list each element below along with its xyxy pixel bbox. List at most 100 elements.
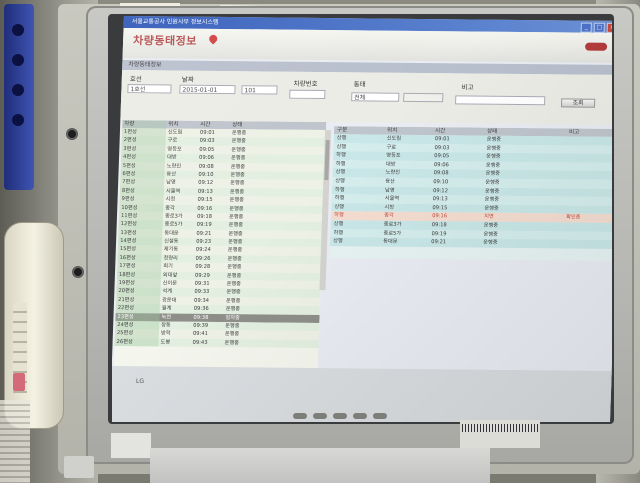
table-cell: 운행중 [224, 339, 240, 347]
app-window: 서울교통공사 민원사무 정보시스템 _ □ × 차량동태정보 차량동태정보 호선… [112, 16, 612, 422]
table-row[interactable]: 상행 동대문 09:21 운행중 [330, 237, 612, 249]
table-cell: 남영 [166, 179, 176, 186]
keyboard[interactable] [150, 448, 490, 483]
table-cell: 종각 [165, 204, 175, 212]
table-cell: 용산 [166, 171, 177, 178]
remark-input[interactable] [455, 95, 546, 106]
blue-control-unit [4, 4, 34, 190]
table-cell: 회기 [163, 263, 173, 270]
monitor-button[interactable] [313, 413, 327, 419]
table-cell: 서울역 [165, 188, 181, 195]
table-cell: 09:41 [192, 331, 208, 338]
barcode-icon [462, 424, 538, 432]
table-cell: 신설동 [164, 238, 179, 245]
table-cell: 청량리 [163, 255, 178, 262]
wall-box [64, 456, 94, 478]
table-cell: 방학 [160, 330, 171, 337]
table-cell: 09:36 [193, 306, 209, 313]
table-cell: 09:28 [195, 264, 211, 271]
filter-panel: 호선 날짜 1호선 2015-01-01 101 차량번호 동태 전체 비고 조… [120, 70, 612, 125]
table-cell: 구로 [167, 137, 178, 144]
train-logo-icon [584, 42, 608, 51]
knob-icon [12, 114, 24, 126]
line-label: 호선 [129, 75, 142, 84]
table-cell: 녹천 [161, 314, 172, 321]
screw-icon [66, 128, 78, 140]
table-cell: 09:24 [195, 247, 211, 254]
table-cell: 종로5가 [164, 221, 183, 228]
photo-scene: 서울교통공사 민원사무 정보시스템 _ □ × 차량동태정보 차량동태정보 호선… [0, 0, 640, 483]
table-cell: 동대문 [164, 230, 179, 237]
monitor-screen: 서울교통공사 민원사무 정보시스템 _ □ × 차량동태정보 차량동태정보 호선… [112, 16, 612, 422]
table-cell: 09:29 [194, 272, 211, 279]
knob-icon [12, 54, 24, 66]
status-label: 동태 [353, 80, 366, 89]
table-cell: 09:16 [197, 205, 213, 212]
table-cell: 종로3가 [164, 213, 183, 220]
window-controls: _ □ × [580, 22, 612, 33]
table-cell: 09:13 [197, 188, 213, 195]
table-cell: 시청 [165, 196, 176, 203]
table-cell: 09:21 [431, 239, 447, 246]
monitor-brand: LG [136, 378, 144, 385]
table-cell: 09:31 [194, 280, 210, 287]
table-cell: 노량진 [166, 163, 182, 170]
table-cell: 09:10 [198, 171, 214, 178]
knob-icon [12, 84, 24, 96]
table-cell: 신이문 [162, 280, 178, 287]
train-number-input[interactable]: 101 [241, 85, 278, 95]
table-cell: 09:26 [195, 255, 211, 262]
table-cell: 26편성 [114, 337, 159, 347]
status-sub-select[interactable] [403, 92, 444, 103]
date-input[interactable]: 2015-01-01 [179, 84, 236, 95]
monitor-buttons[interactable] [290, 404, 390, 422]
table-cell: 09:38 [193, 314, 209, 321]
right-grid-body: 상행 신도림 09:01 운행중 상행 구로 09:03 운행중 하행 영등포 09:05 운행중 하행… [330, 134, 612, 249]
search-button[interactable]: 조회 [560, 98, 596, 108]
scroll-thumb[interactable] [324, 140, 330, 181]
table-cell: 09:39 [193, 322, 209, 329]
phone-cord [0, 400, 30, 483]
table-cell: 동대문 [383, 238, 398, 245]
date-label: 날짜 [181, 75, 194, 84]
left-grid-body: 1편성 신도림 09:01 운행중 2편성 구로 09:03 운행중 3편성 영등포 09:05 운행… [114, 128, 327, 349]
table-cell: 도봉 [160, 339, 171, 346]
table-cell: 09:23 [196, 238, 212, 246]
telephone[interactable] [4, 222, 64, 429]
table-cell: 창동 [161, 322, 171, 329]
knob-icon [12, 24, 24, 36]
monitor-button[interactable] [293, 413, 307, 419]
table-cell: 09:19 [196, 222, 212, 229]
asset-label [460, 420, 540, 448]
window-title: 서울교통공사 민원사무 정보시스템 [131, 18, 219, 26]
table-cell: 월계 [161, 305, 172, 312]
table-cell: 광운대 [161, 297, 177, 304]
phone-red-key[interactable] [13, 373, 25, 391]
table-cell: 09:01 [199, 129, 215, 136]
table-cell: 09:33 [194, 289, 210, 296]
left-grid: 차량 위치 시간 상태 1편성 신도림 09:01 운행중 2편성 구로 09:03 운행중 3편성 영… [113, 120, 327, 371]
monitor-button[interactable] [333, 413, 347, 419]
table-cell: 외대앞 [162, 272, 178, 279]
screw-icon [72, 266, 84, 278]
monitor-button[interactable] [353, 413, 367, 419]
table-row[interactable]: 26편성 도봉 09:43 운행중 [114, 337, 319, 349]
table-cell [562, 240, 612, 249]
right-grid: 구분 위치 시간 상태 비고 상행 신도림 09:01 운행중 상행 구로 09:03 운행중 하행 영등… [329, 126, 612, 261]
table-cell: 09:34 [193, 297, 210, 304]
minimize-button[interactable]: _ [580, 22, 592, 33]
power-outlet [110, 432, 152, 459]
train-select[interactable] [289, 89, 326, 100]
status-select[interactable]: 전체 [351, 92, 400, 102]
train-label: 차량번호 [293, 79, 318, 88]
maximize-button[interactable]: □ [593, 22, 605, 33]
line-select[interactable]: 1호선 [127, 84, 172, 94]
table-cell: 대방 [166, 154, 177, 161]
table-cell: 09:15 [197, 196, 213, 204]
table-cell: 09:43 [192, 339, 208, 346]
remark-label: 비고 [461, 83, 474, 92]
close-button[interactable]: × [606, 22, 612, 33]
monitor-button[interactable] [373, 413, 387, 419]
table-cell: 09:12 [198, 180, 214, 187]
table-cell: 신도림 [167, 129, 183, 136]
